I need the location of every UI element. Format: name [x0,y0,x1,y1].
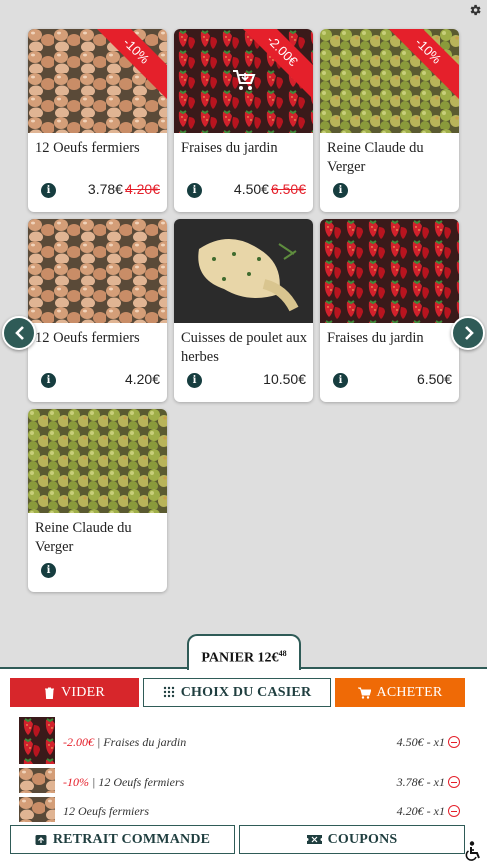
product-image [28,409,167,513]
settings-button[interactable] [468,3,482,17]
minus-circle-icon[interactable] [448,776,460,788]
old-price: 4.20€ [124,181,160,197]
product-name: Reine Claude du Verger [327,140,424,175]
product-name: Cuisses de poulet aux herbes [181,330,308,365]
cart-item-discount: -2.00€ [63,735,94,749]
cart-item: -10% | 12 Oeufs fermiers 3.78€ - x1 [18,768,465,794]
gear-icon [470,4,481,16]
info-icon[interactable]: i [187,183,202,198]
product-card[interactable]: Cuisses de poulet aux herbes i 10.50€ [174,219,313,402]
cart-item-name: 12 Oeufs fermiers [63,804,149,818]
cart-item-name: Fraises du jardin [103,735,187,749]
product-price: 10.50€ [263,371,306,387]
product-name: Fraises du jardin [181,140,278,156]
product-card[interactable]: -2.00€ Fraises du jardin i 4.50€ 6.50€ [174,29,313,212]
info-icon[interactable]: i [41,373,56,388]
product-name: 12 Oeufs fermiers [35,140,140,156]
prev-page-button[interactable] [2,316,36,350]
cart-item-discount: -10% [63,775,89,789]
cart-item-name: 12 Oeufs fermiers [98,775,185,789]
product-image [320,219,459,323]
cart-item-price: 4.50€ - x1 [396,735,445,749]
cart-icon [357,687,371,699]
ticket-icon [306,835,322,844]
cart-item: -2.00€ | Fraises du jardin 4.50€ - x1 [18,717,465,765]
minus-circle-icon[interactable] [448,805,460,817]
product-image: -2.00€ [174,29,313,133]
product-price: 3.78€ 4.20€ [87,181,160,197]
product-name: Fraises du jardin [327,330,424,346]
locker-choice-button[interactable]: CHOIX DU CASIER [143,678,331,707]
minus-circle-icon[interactable] [448,736,460,748]
coupons-button[interactable]: COUPONS [239,825,465,854]
clear-cart-button[interactable]: VIDER [10,678,139,707]
info-icon[interactable]: i [41,183,56,198]
product-card[interactable]: 12 Oeufs fermiers i 4.20€ [28,219,167,402]
cart-item-image [19,768,55,793]
product-image [174,219,313,323]
buy-button[interactable]: ACHETER [335,678,465,707]
in-cart-icon [233,70,256,90]
product-price: 4.50€ 6.50€ [233,181,306,197]
product-price: 4.20€ [124,371,160,387]
cart-item-image [19,797,55,822]
product-image: -10% [320,29,459,133]
trash-icon [45,687,55,699]
info-icon[interactable]: i [41,563,56,578]
cart-item-price: 4.20€ - x1 [396,804,445,818]
cart-item: 12 Oeufs fermiers 4.20€ - x1 [18,797,465,823]
cart-tab[interactable]: PANIER 12€48 [187,634,301,670]
product-card[interactable]: Reine Claude du Verger i [28,409,167,592]
product-card[interactable]: -10% Reine Claude du Verger i [320,29,459,212]
box-icon [35,834,47,845]
info-icon[interactable]: i [333,183,348,198]
info-icon[interactable]: i [187,373,202,388]
product-name: Reine Claude du Verger [35,520,132,555]
old-price: 6.50€ [270,181,306,197]
info-icon[interactable]: i [333,373,348,388]
product-card[interactable]: Fraises du jardin i 6.50€ [320,219,459,402]
next-page-button[interactable] [451,316,485,350]
product-image: -10% [28,29,167,133]
cart-item-image [19,717,55,764]
product-card[interactable]: -10% 12 Oeufs fermiers i 3.78€ 4.20€ [28,29,167,212]
product-price: 6.50€ [416,371,452,387]
order-pickup-button[interactable]: RETRAIT COMMANDE [10,825,235,854]
cart-item-price: 3.78€ - x1 [396,775,445,789]
chevron-left-icon [15,326,24,340]
accessibility-icon[interactable] [464,841,482,861]
product-name: 12 Oeufs fermiers [35,330,140,346]
chevron-right-icon [465,326,474,340]
grid-dots-icon [163,686,174,698]
product-image [28,219,167,323]
